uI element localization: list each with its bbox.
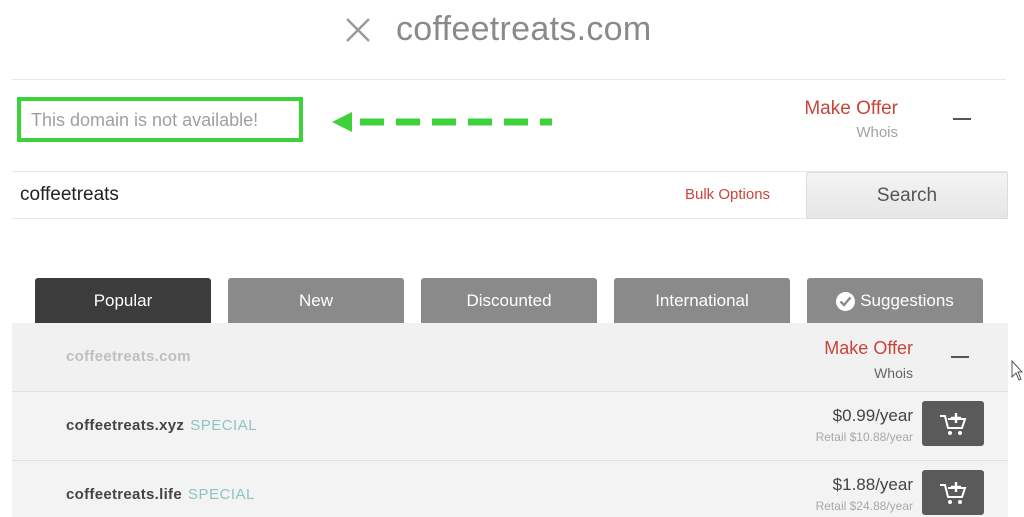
price-block: $1.88/year Retail $24.88/year <box>816 475 913 513</box>
special-badge: SPECIAL <box>190 417 258 434</box>
results-list: coffeetreats.com Make Offer Whois coffee… <box>12 323 1008 517</box>
tab-label: New <box>298 291 333 310</box>
list-item: coffeetreats.com Make Offer Whois <box>12 323 1008 391</box>
tab-new[interactable]: New <box>228 278 404 324</box>
mouse-cursor-icon <box>1011 360 1023 381</box>
offer-block: Make Offer Whois <box>824 338 913 381</box>
list-item: coffeetreats.life SPECIAL $1.88/year Reta… <box>12 461 1008 517</box>
offer-block: Make Offer Whois <box>804 98 898 141</box>
availability-highlight-box: This domain is not available! <box>17 97 303 142</box>
tab-label: Discounted <box>466 291 552 310</box>
tab-popular[interactable]: Popular <box>35 278 211 324</box>
tab-suggestions[interactable]: Suggestions <box>807 278 983 324</box>
availability-message: This domain is not available! <box>31 110 259 130</box>
price-block: $0.99/year Retail $10.88/year <box>816 406 913 444</box>
cart-plus-icon <box>940 412 967 435</box>
domain-text: coffeetreats.life <box>66 486 182 503</box>
result-domain: coffeetreats.life SPECIAL <box>66 486 255 503</box>
divider <box>12 79 1006 80</box>
result-tabs: Popular New Discounted International Sug… <box>35 278 995 324</box>
bulk-options-link[interactable]: Bulk Options <box>685 186 770 203</box>
make-offer-link[interactable]: Make Offer <box>824 338 913 359</box>
add-to-cart-button[interactable] <box>922 401 984 446</box>
result-domain: coffeetreats.xyz SPECIAL <box>66 417 257 434</box>
header: coffeetreats.com <box>0 0 1024 70</box>
search-button[interactable]: Search <box>806 172 1008 219</box>
tab-international[interactable]: International <box>614 278 790 324</box>
add-to-cart-button[interactable] <box>922 470 984 515</box>
close-icon[interactable] <box>343 15 373 45</box>
check-circle-icon <box>836 291 856 311</box>
domain-text: coffeetreats.xyz <box>66 417 185 434</box>
result-domain: coffeetreats.com <box>66 348 191 365</box>
price: $0.99/year <box>832 406 913 425</box>
retail-price: Retail $10.88/year <box>815 430 913 444</box>
retail-price: Retail $24.88/year <box>815 499 913 513</box>
search-bar: Bulk Options Search <box>12 171 1008 219</box>
price: $1.88/year <box>832 475 913 494</box>
tab-label: International <box>655 291 749 310</box>
tab-label: Popular <box>93 291 153 310</box>
whois-link[interactable]: Whois <box>804 124 898 141</box>
tab-label: Suggestions <box>860 291 954 310</box>
search-input[interactable] <box>12 172 692 218</box>
arrow-left-icon <box>332 112 552 132</box>
whois-link[interactable]: Whois <box>824 365 913 381</box>
searched-domain-title: coffeetreats.com <box>396 10 652 48</box>
make-offer-link[interactable]: Make Offer <box>804 98 898 120</box>
special-badge: SPECIAL <box>187 486 255 503</box>
collapse-minus-icon[interactable] <box>953 118 971 120</box>
collapse-minus-icon[interactable] <box>951 356 969 358</box>
tab-discounted[interactable]: Discounted <box>421 278 597 324</box>
cart-plus-icon <box>940 481 967 504</box>
list-item: coffeetreats.xyz SPECIAL $0.99/year Retai… <box>12 392 1008 460</box>
